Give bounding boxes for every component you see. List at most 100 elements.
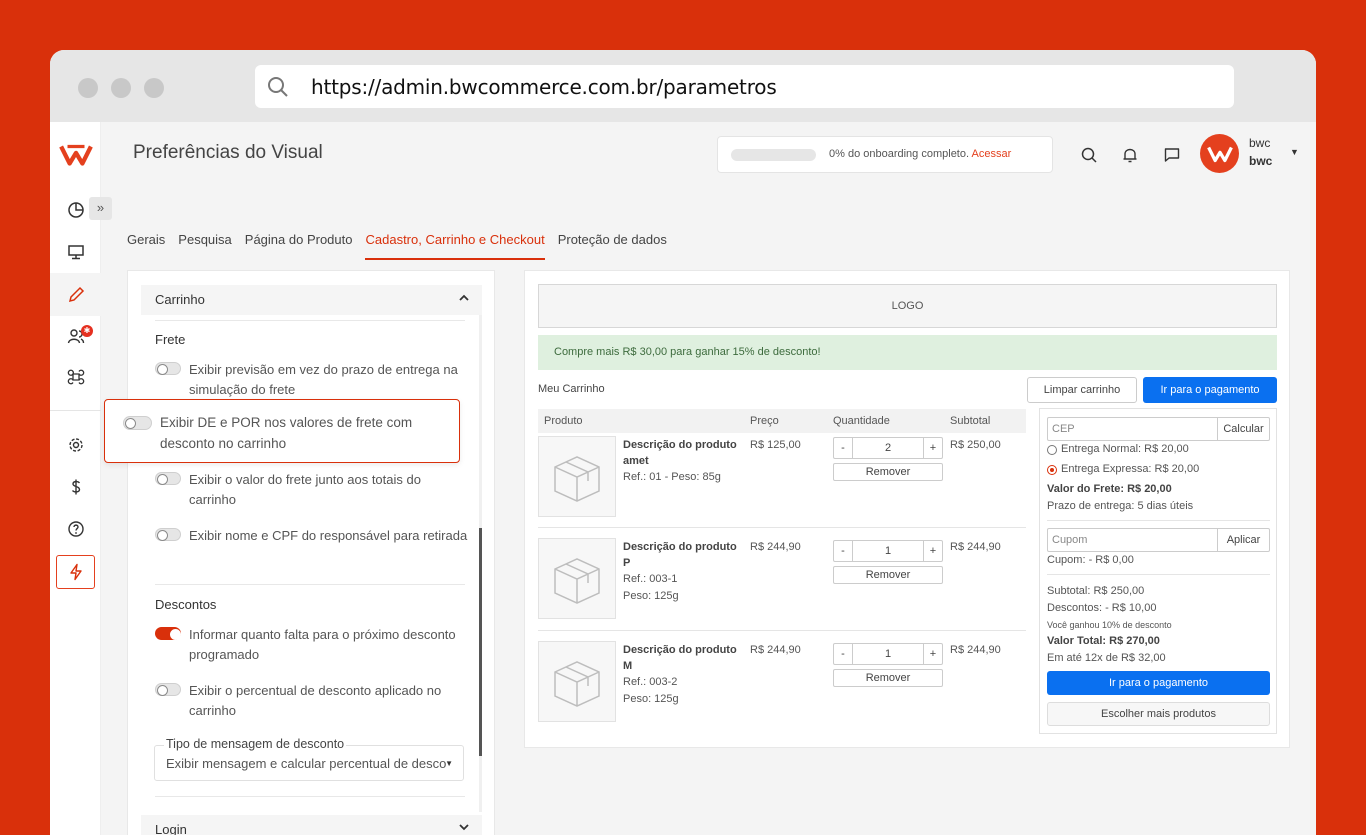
option-label: Exibir o valor do frete junto aos totais… <box>189 472 421 507</box>
cep-placeholder: CEP <box>1052 423 1075 435</box>
increment-button[interactable]: + <box>923 644 942 664</box>
browser-window: https://admin.bwcommerce.com.br/parametr… <box>50 50 1316 835</box>
bell-icon[interactable] <box>1121 146 1139 164</box>
cep-input[interactable]: CEP Calcular <box>1047 417 1270 441</box>
dollar-icon <box>71 479 80 495</box>
product-name: Descrição do produto M <box>623 644 737 672</box>
avatar[interactable] <box>1200 134 1239 173</box>
quantity-value[interactable]: 2 <box>853 438 923 458</box>
product-name: Descrição do produto P <box>623 541 737 569</box>
box-icon <box>554 557 600 604</box>
expand-sidebar-button[interactable]: » <box>89 197 112 220</box>
sidebar-item-finance[interactable] <box>50 467 101 507</box>
calculate-button[interactable]: Calcular <box>1217 418 1269 440</box>
pencil-icon <box>68 286 84 302</box>
box-icon <box>554 455 600 502</box>
window-dot[interactable] <box>111 78 131 98</box>
product-subtotal: R$ 250,00 <box>950 439 1001 451</box>
remove-button[interactable]: Remover <box>833 566 943 584</box>
toggle-switch[interactable] <box>155 528 181 541</box>
remove-button[interactable]: Remover <box>833 463 943 481</box>
remove-button[interactable]: Remover <box>833 669 943 687</box>
window-dot[interactable] <box>144 78 164 98</box>
go-to-payment-button[interactable]: Ir para o pagamento <box>1047 671 1270 695</box>
tab-pagina-produto[interactable]: Página do Produto <box>245 232 353 260</box>
accordion-carrinho[interactable]: Carrinho <box>141 285 482 315</box>
continue-shopping-button[interactable]: Escolher mais produtos <box>1047 702 1270 726</box>
coupon-input[interactable]: Cupom Aplicar <box>1047 528 1270 552</box>
chevron-down-icon[interactable]: ▼ <box>1290 147 1299 157</box>
product-meta: Peso: 125g <box>623 693 679 705</box>
sidebar-item-integrations[interactable] <box>50 357 101 397</box>
search-icon[interactable] <box>1080 146 1098 164</box>
toggle-switch[interactable] <box>155 362 181 375</box>
option-label: Exibir DE e POR nos valores de frete com… <box>160 415 413 451</box>
toggle-switch[interactable] <box>123 416 152 430</box>
freight-value: Valor do Frete: R$ 20,00 <box>1047 483 1172 495</box>
total-line: Valor Total: R$ 270,00 <box>1047 635 1160 647</box>
product-meta: Peso: 125g <box>623 590 679 602</box>
column-header: Preço <box>750 415 779 427</box>
bolt-icon <box>69 563 82 581</box>
sidebar-item-store[interactable] <box>50 232 101 272</box>
product-subtotal: R$ 244,90 <box>950 644 1001 656</box>
sidebar-item-settings[interactable] <box>50 425 101 465</box>
logo-icon <box>58 144 93 166</box>
decrement-button[interactable]: - <box>834 438 853 458</box>
toggle-switch[interactable] <box>155 472 181 485</box>
decrement-button[interactable]: - <box>834 541 853 561</box>
accordion-login[interactable]: Login <box>141 815 482 835</box>
toggle-switch[interactable] <box>155 627 181 640</box>
product-name: Descrição do produto amet <box>623 439 737 467</box>
notification-badge: ✱ <box>81 325 93 337</box>
sidebar-item-customers[interactable]: ✱ <box>50 316 101 356</box>
address-bar[interactable]: https://admin.bwcommerce.com.br/parametr… <box>255 65 1234 108</box>
divider <box>155 584 465 585</box>
chevron-down-icon: ▼ <box>445 759 453 768</box>
accordion-title: Carrinho <box>155 292 205 307</box>
window-dot[interactable] <box>78 78 98 98</box>
increment-button[interactable]: + <box>923 438 942 458</box>
section-frete: Frete <box>155 332 186 347</box>
shipping-radio-normal[interactable] <box>1047 445 1057 455</box>
subtotal-line: Subtotal: R$ 250,00 <box>1047 585 1145 597</box>
apply-coupon-button[interactable]: Aplicar <box>1217 529 1269 551</box>
shipping-option: Entrega Normal: R$ 20,00 <box>1061 443 1189 455</box>
search-icon <box>268 77 288 97</box>
onboarding-link[interactable]: Acessar <box>972 148 1012 160</box>
decrement-button[interactable]: - <box>834 644 853 664</box>
message-icon[interactable] <box>1163 146 1181 164</box>
scrollbar-thumb[interactable] <box>479 528 482 756</box>
divider <box>1047 574 1270 575</box>
sidebar-item-help[interactable] <box>50 509 101 549</box>
increment-button[interactable]: + <box>923 541 942 561</box>
tab-cadastro-carrinho-checkout[interactable]: Cadastro, Carrinho e Checkout <box>365 232 545 260</box>
product-meta: Ref.: 01 - Peso: 85g <box>623 471 721 483</box>
clear-cart-button[interactable]: Limpar carrinho <box>1027 377 1137 403</box>
shipping-radio-express[interactable] <box>1047 465 1057 475</box>
quantity-value[interactable]: 1 <box>853 541 923 561</box>
order-summary: CEP Calcular Entrega Normal: R$ 20,00 En… <box>1039 408 1277 734</box>
section-descontos: Descontos <box>155 597 217 612</box>
settings-panel: Carrinho Frete Exibir previsão em vez do… <box>127 270 495 835</box>
tab-pesquisa[interactable]: Pesquisa <box>178 232 231 260</box>
go-to-payment-button[interactable]: Ir para o pagamento <box>1143 377 1277 403</box>
brand-logo[interactable] <box>50 134 101 176</box>
quantity-stepper: - 1 + <box>833 643 943 665</box>
tab-protecao-dados[interactable]: Proteção de dados <box>558 232 667 260</box>
sidebar-item-quick-actions[interactable] <box>56 555 95 589</box>
discount-message-select[interactable]: Tipo de mensagem de desconto Exibir mens… <box>154 737 464 781</box>
sidebar-item-visual[interactable] <box>50 273 101 316</box>
settings-icon <box>68 438 83 452</box>
user-name[interactable]: bwc <box>1249 136 1270 150</box>
divider <box>1047 520 1270 521</box>
product-price: R$ 125,00 <box>750 439 801 451</box>
toggle-switch[interactable] <box>155 683 181 696</box>
store-name[interactable]: bwc <box>1249 154 1272 168</box>
accordion-title: Login <box>155 822 187 835</box>
quantity-value[interactable]: 1 <box>853 644 923 664</box>
browser-chrome: https://admin.bwcommerce.com.br/parametr… <box>50 50 1316 122</box>
tab-gerais[interactable]: Gerais <box>127 232 165 260</box>
product-subtotal: R$ 244,90 <box>950 541 1001 553</box>
coupon-line: Cupom: - R$ 0,00 <box>1047 554 1134 566</box>
